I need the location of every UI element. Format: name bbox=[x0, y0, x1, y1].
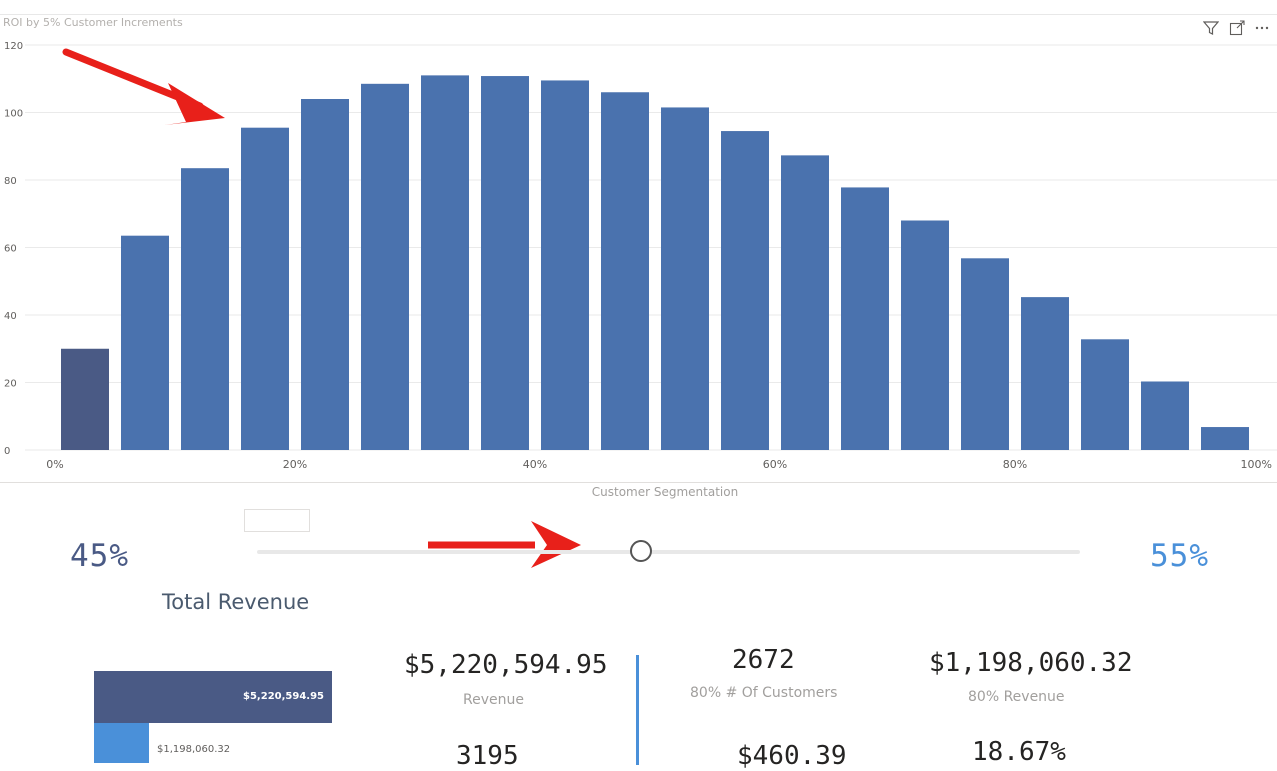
kpi-80-revenue-label: 80% Revenue bbox=[968, 689, 1065, 705]
visual-top-border bbox=[0, 14, 1277, 15]
chart-bar[interactable] bbox=[961, 258, 1009, 450]
chart-bar[interactable] bbox=[541, 80, 589, 450]
kpi-row2-value-1: 3195 bbox=[456, 741, 519, 771]
chart-bar[interactable] bbox=[361, 83, 409, 450]
visual-title: ROI by 5% Customer Increments bbox=[3, 16, 183, 29]
slider-right-value: 55% bbox=[1150, 538, 1209, 574]
kpi-row2-value-3: 18.67% bbox=[972, 737, 1066, 767]
kpi-80-revenue-value: $1,198,060.32 bbox=[929, 648, 1133, 678]
partial-revenue-bar-label: $1,198,060.32 bbox=[157, 744, 231, 755]
chart-bar[interactable] bbox=[661, 107, 709, 450]
slider-input-box[interactable] bbox=[244, 509, 310, 532]
chart-bar[interactable] bbox=[421, 75, 469, 450]
y-tick-label: 80 bbox=[4, 176, 17, 187]
chart-bar[interactable] bbox=[1081, 339, 1129, 450]
x-tick-label: 40% bbox=[523, 458, 547, 471]
kpi-customers-value: 2672 bbox=[732, 645, 795, 675]
chart-bar[interactable] bbox=[1141, 381, 1189, 450]
segmentation-slider-handle[interactable] bbox=[630, 540, 652, 562]
kpi-row2-value-2: $460.39 bbox=[737, 741, 847, 771]
y-tick-label: 100 bbox=[4, 109, 23, 120]
total-revenue-bar-label: $5,220,594.95 bbox=[243, 691, 324, 702]
total-revenue-bar: $5,220,594.95 bbox=[94, 671, 332, 723]
chart-bar[interactable] bbox=[781, 155, 829, 451]
x-tick-label: 80% bbox=[1003, 458, 1027, 471]
slider-title: Customer Segmentation bbox=[591, 485, 739, 499]
segmentation-slider-track[interactable] bbox=[257, 550, 1080, 554]
chart-bar[interactable] bbox=[301, 99, 349, 450]
chart-bar[interactable] bbox=[1201, 427, 1249, 450]
y-tick-label: 120 bbox=[4, 41, 23, 52]
red-arrow-annotation-slider bbox=[428, 521, 581, 568]
kpi-revenue-label: Revenue bbox=[463, 692, 524, 708]
chart-bar[interactable] bbox=[721, 131, 769, 450]
chart-bar[interactable] bbox=[841, 187, 889, 451]
y-tick-label: 0 bbox=[4, 446, 10, 457]
chart-bar[interactable] bbox=[901, 220, 949, 451]
chart-bar[interactable] bbox=[181, 168, 229, 450]
kpi-divider bbox=[636, 655, 639, 765]
section-divider bbox=[0, 482, 1277, 483]
slider-left-value: 45% bbox=[70, 538, 129, 574]
x-tick-label: 20% bbox=[283, 458, 307, 471]
total-revenue-title: Total Revenue bbox=[162, 590, 310, 614]
kpi-revenue-value: $5,220,594.95 bbox=[404, 650, 608, 680]
x-tick-label: 100% bbox=[1241, 458, 1272, 471]
chart-bar[interactable] bbox=[601, 92, 649, 450]
y-tick-label: 40 bbox=[4, 311, 17, 322]
red-arrow-annotation-chart bbox=[62, 48, 225, 125]
partial-revenue-bar bbox=[94, 723, 149, 763]
chart-bar[interactable] bbox=[241, 127, 289, 450]
chart-bar[interactable] bbox=[481, 76, 529, 451]
x-tick-label: 0% bbox=[46, 458, 63, 471]
kpi-customers-label: 80% # Of Customers bbox=[690, 685, 838, 701]
chart-bar[interactable] bbox=[1021, 297, 1069, 450]
x-tick-label: 60% bbox=[763, 458, 787, 471]
y-tick-label: 20 bbox=[4, 379, 17, 390]
chart-bar[interactable] bbox=[121, 235, 169, 450]
chart-bar[interactable] bbox=[61, 348, 109, 450]
y-tick-label: 60 bbox=[4, 244, 17, 255]
